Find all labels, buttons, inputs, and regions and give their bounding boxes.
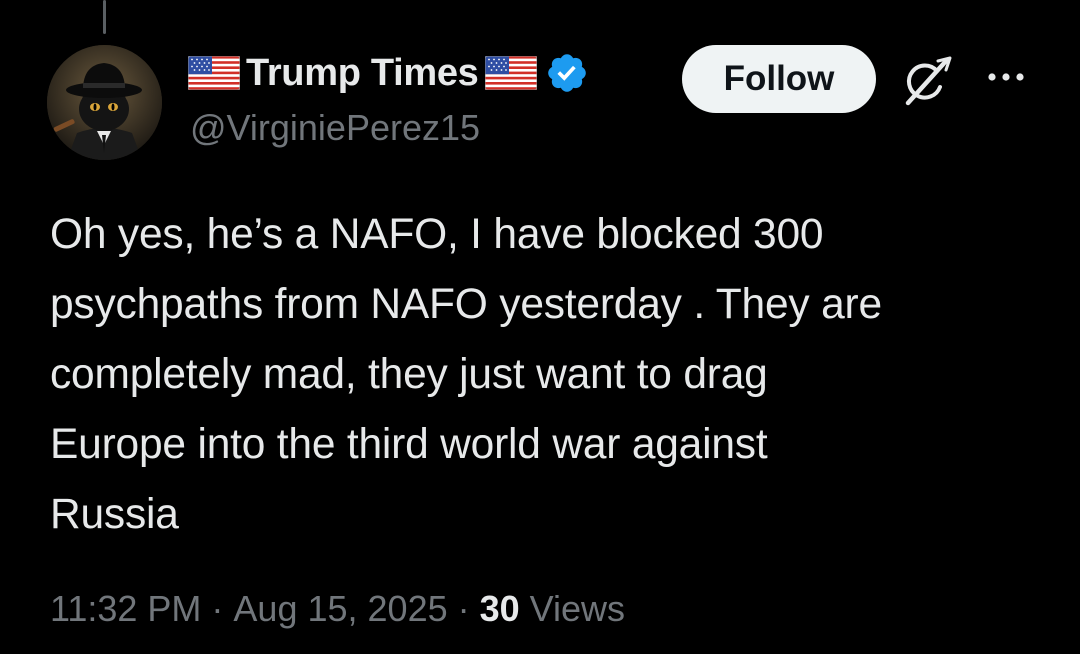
tweet-date[interactable]: Aug 15, 2025 bbox=[233, 588, 447, 630]
author-name-row[interactable]: Trump Times bbox=[188, 50, 589, 96]
us-flag-icon bbox=[484, 56, 537, 90]
grok-icon[interactable] bbox=[898, 55, 954, 107]
author-handle[interactable]: @VirginiePerez15 bbox=[190, 107, 480, 149]
tweet-meta: 11:32 PM · Aug 15, 2025 · 30 Views bbox=[50, 588, 625, 630]
thread-connector-line bbox=[103, 0, 106, 34]
us-flag-icon bbox=[188, 56, 240, 90]
author-display-name[interactable]: Trump Times bbox=[246, 52, 479, 95]
meta-separator: · bbox=[211, 588, 224, 629]
tweet-time[interactable]: 11:32 PM bbox=[50, 588, 201, 630]
meta-separator: · bbox=[457, 588, 470, 629]
views-label[interactable]: Views bbox=[530, 588, 625, 630]
verified-badge-icon bbox=[545, 51, 589, 95]
views-count[interactable]: 30 bbox=[480, 588, 520, 630]
more-icon[interactable] bbox=[985, 62, 1027, 92]
avatar[interactable] bbox=[47, 45, 162, 160]
tweet-text: Oh yes, he’s a NAFO, I have blocked 300 … bbox=[50, 211, 882, 538]
follow-button[interactable]: Follow bbox=[682, 45, 876, 113]
